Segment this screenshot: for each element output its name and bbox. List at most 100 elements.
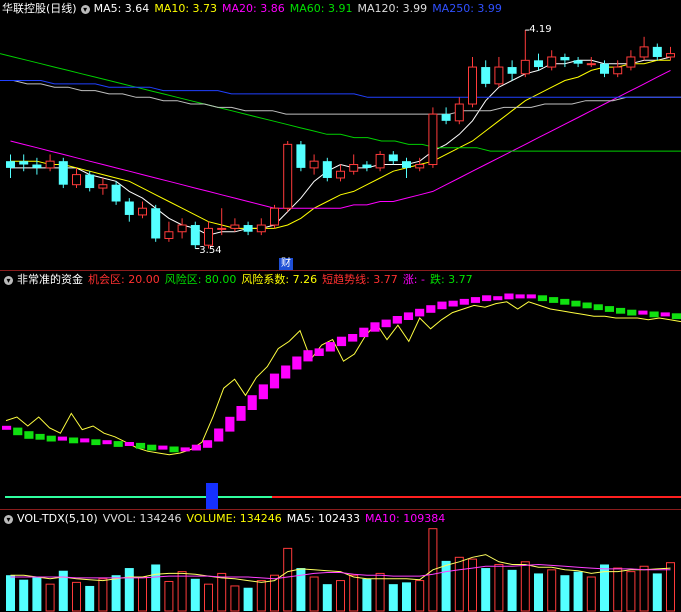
finance-badge[interactable]: 财 bbox=[279, 258, 293, 270]
candle-body bbox=[666, 53, 675, 58]
trend-bar bbox=[426, 305, 436, 313]
ma10-line bbox=[10, 59, 671, 229]
trend-bar bbox=[560, 298, 570, 305]
ma20-line bbox=[10, 69, 671, 209]
fund-indicator-panel[interactable]: ▾ 非常准的资金 机会区: 20.00 风险区: 80.00 风险系数: 7.26 短趋势… bbox=[0, 271, 681, 509]
ma-legend-item-4[interactable]: MA120: 3.99 bbox=[357, 2, 427, 15]
volume-legend-item-3[interactable]: MA10: 109384 bbox=[365, 512, 445, 525]
price-panel[interactable]: 华联控股(日线) ▾ MA5: 3.64 MA10: 3.73 MA20: 3.86 MA… bbox=[0, 0, 681, 270]
trend-bar bbox=[482, 295, 492, 302]
trend-bar bbox=[392, 316, 402, 324]
candle-body bbox=[270, 207, 279, 226]
trend-bar bbox=[381, 319, 391, 328]
settings-icon[interactable]: ▾ bbox=[4, 275, 13, 285]
trend-bar bbox=[91, 439, 101, 446]
candle-body bbox=[111, 184, 121, 202]
ma-legend-item-1[interactable]: MA10: 3.73 bbox=[154, 2, 217, 15]
volume-legend-item-1[interactable]: VOLUME: 134246 bbox=[187, 512, 282, 525]
candle-body bbox=[309, 160, 319, 169]
volume-bar bbox=[98, 578, 108, 612]
ma-legend-item-5[interactable]: MA250: 3.99 bbox=[432, 2, 502, 15]
fund-indicator-chart[interactable] bbox=[0, 271, 681, 509]
trend-bar bbox=[68, 437, 79, 444]
candle-body bbox=[388, 154, 398, 162]
volume-bar bbox=[454, 556, 464, 612]
candle-body bbox=[230, 224, 240, 229]
volume-bar bbox=[613, 567, 623, 612]
trend-bar bbox=[158, 445, 168, 450]
volume-bar bbox=[309, 576, 319, 612]
candle-body bbox=[72, 174, 81, 186]
trend-bar bbox=[582, 302, 592, 309]
candle-body bbox=[45, 160, 55, 169]
candle-body bbox=[217, 227, 227, 230]
trend-bar bbox=[348, 334, 358, 342]
volume-bar bbox=[217, 572, 227, 612]
indicator-legend-item-2[interactable]: 风险系数: 7.26 bbox=[241, 273, 317, 286]
volume-legend-item-2[interactable]: MA5: 102433 bbox=[287, 512, 360, 525]
candle-body bbox=[573, 60, 583, 64]
candle-body bbox=[164, 231, 174, 239]
volume-title[interactable]: VOL-TDX(5,10) bbox=[17, 512, 98, 525]
candle-body bbox=[190, 225, 200, 246]
volume-bar bbox=[507, 569, 517, 611]
trend-bar bbox=[403, 312, 414, 320]
indicator-legend-item-5[interactable]: 跌: 3.77 bbox=[430, 273, 473, 286]
volume-bar bbox=[586, 576, 596, 612]
ma-legend-item-0[interactable]: MA5: 3.64 bbox=[94, 2, 150, 15]
price-panel-header: 华联控股(日线) ▾ MA5: 3.64 MA10: 3.73 MA20: 3.86 MA… bbox=[2, 2, 512, 16]
candle-body bbox=[468, 66, 477, 105]
ma-legend-item-3[interactable]: MA60: 3.91 bbox=[290, 2, 353, 15]
volume-bar bbox=[190, 578, 200, 611]
settings-icon[interactable]: ▾ bbox=[80, 4, 90, 14]
trend-bar bbox=[147, 444, 157, 451]
indicator-legend-item-4[interactable]: 涨: - bbox=[403, 273, 425, 286]
trend-bar bbox=[493, 296, 503, 301]
volume-bar bbox=[111, 575, 121, 611]
candle-body bbox=[507, 67, 517, 74]
candle-body bbox=[124, 201, 134, 215]
candle-body bbox=[349, 164, 359, 172]
trend-bar bbox=[124, 442, 134, 446]
volume-bar bbox=[441, 560, 451, 611]
risk-coefficient-line bbox=[5, 301, 681, 456]
trend-bar bbox=[549, 297, 559, 303]
trend-bar bbox=[258, 384, 268, 400]
volume-bar bbox=[520, 561, 530, 612]
candlestick-chart[interactable] bbox=[0, 0, 681, 270]
ma250-line bbox=[0, 80, 681, 98]
trend-bar bbox=[537, 295, 548, 302]
ma-legend: MA5: 3.64 MA10: 3.73 MA20: 3.86 MA60: 3.91 M… bbox=[94, 2, 507, 15]
volume-bar bbox=[415, 580, 425, 612]
candle-body bbox=[600, 63, 609, 74]
candle-body bbox=[441, 114, 451, 121]
volume-bar bbox=[204, 583, 213, 612]
indicator-legend-item-0[interactable]: 机会区: 20.00 bbox=[88, 273, 160, 286]
candle-body bbox=[85, 174, 95, 189]
volume-bar bbox=[494, 563, 504, 612]
volume-bar bbox=[283, 547, 293, 612]
volume-bar bbox=[481, 568, 491, 611]
volume-bar bbox=[19, 579, 29, 611]
trend-bar bbox=[247, 395, 257, 410]
volume-bar bbox=[243, 587, 253, 611]
volume-bar bbox=[652, 573, 662, 611]
indicator-legend-item-1[interactable]: 风险区: 80.00 bbox=[165, 273, 237, 286]
volume-bar bbox=[138, 576, 147, 612]
settings-icon[interactable]: ▾ bbox=[4, 514, 13, 524]
stock-title[interactable]: 华联控股(日线) bbox=[2, 2, 77, 15]
indicator-title[interactable]: 非常准的资金 bbox=[17, 273, 83, 286]
volume-panel[interactable]: ▾ VOL-TDX(5,10) VVOL: 134246 VOLUME: 134246… bbox=[0, 510, 681, 612]
trend-bar bbox=[113, 441, 123, 447]
ma-legend-item-2[interactable]: MA20: 3.86 bbox=[222, 2, 285, 15]
candle-body bbox=[652, 46, 662, 57]
trend-bar bbox=[236, 406, 246, 421]
trend-bar bbox=[35, 433, 45, 440]
volume-legend-item-0[interactable]: VVOL: 134246 bbox=[103, 512, 182, 525]
trend-bar bbox=[292, 356, 302, 370]
indicator-legend-item-3[interactable]: 短趋势线: 3.77 bbox=[322, 273, 398, 286]
trend-bar bbox=[437, 301, 447, 310]
trend-bar bbox=[515, 294, 525, 299]
volume-bar bbox=[547, 569, 557, 612]
candle-body bbox=[177, 224, 187, 233]
